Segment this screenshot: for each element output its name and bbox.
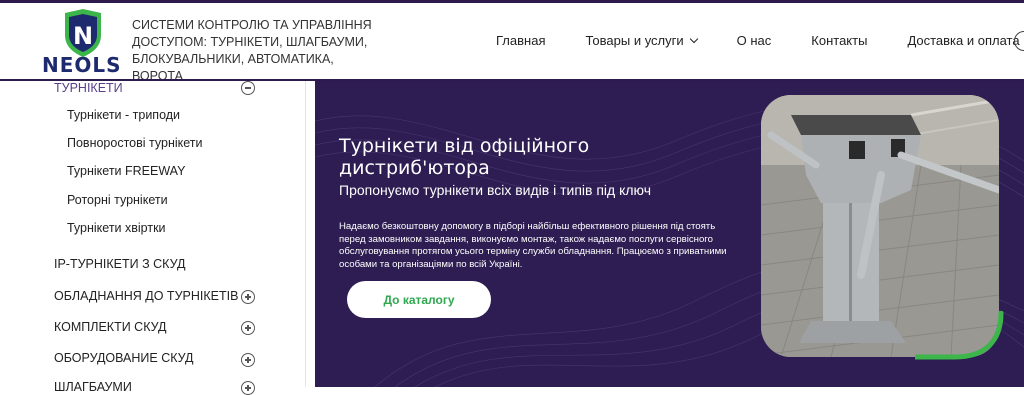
sidebar-category-barriers[interactable]: ШЛАГБАУМИ [54, 380, 132, 394]
sidebar-subitem-gates[interactable]: Турнікети хвіртки [67, 221, 166, 235]
site-header: N NEOLS СИСТЕМИ КОНТРОЛЮ ТА УПРАВЛІННЯ Д… [0, 3, 1024, 83]
main-nav: Главная Товары и услуги О нас Контакты Д… [496, 33, 1020, 48]
green-accent-curve [915, 311, 1004, 360]
nav-label-about: О нас [736, 33, 772, 48]
hero-description: Надаємо безкоштовну допомогу в підборі н… [339, 221, 727, 270]
nav-label-products: Товары и услуги [585, 33, 684, 48]
brand-name-part2: LS [92, 53, 122, 77]
brand-name-part1: NEO [42, 53, 93, 77]
hero-banner: Турнікети від офіційного дистриб'ютора П… [315, 81, 1024, 387]
expand-icon[interactable] [241, 290, 255, 304]
sidebar-subitem-rotor[interactable]: Роторні турнікети [67, 193, 168, 207]
collapse-icon[interactable] [241, 81, 255, 95]
expand-icon[interactable] [241, 381, 255, 395]
nav-item-contacts[interactable]: Контакты [811, 33, 867, 48]
nav-label-home: Главная [496, 33, 546, 48]
hero-subtitle: Пропонуємо турнікети всіх видів і типів … [339, 182, 652, 198]
chevron-down-icon [689, 34, 698, 43]
sidebar-category-turnstile-equipment[interactable]: ОБЛАДНАННЯ ДО ТУРНІКЕТІВ [54, 289, 238, 303]
sidebar-category-ip-turnstiles[interactable]: IP-ТУРНІКЕТИ З СКУД [54, 257, 185, 271]
sidebar-subitem-freeway[interactable]: Турнікети FREEWAY [67, 164, 185, 178]
site-tagline: СИСТЕМИ КОНТРОЛЮ ТА УПРАВЛІННЯ ДОСТУПОМ:… [132, 18, 372, 83]
hero-title: Турнікети від офіційного дистриб'ютора [339, 135, 590, 179]
sidebar-category-turnstiles[interactable]: ТУРНІКЕТИ [54, 81, 123, 95]
expand-icon[interactable] [241, 353, 255, 367]
sidebar-subitem-tripods[interactable]: Турнікети - триподи [67, 108, 180, 122]
sidebar-category-acs-kits[interactable]: КОМПЛЕКТИ СКУД [54, 320, 166, 334]
nav-label-delivery: Доставка и оплата [907, 33, 1020, 48]
nav-label-contacts: Контакты [811, 33, 868, 48]
catalog-button[interactable]: До каталогу [347, 281, 491, 318]
nav-item-delivery[interactable]: Доставка и оплата [907, 33, 1019, 48]
nav-item-home[interactable]: Главная [496, 33, 545, 48]
sidebar-subitem-full-height[interactable]: Повноростові турнікети [67, 136, 202, 150]
logo-letter: N [73, 22, 93, 50]
brand-name[interactable]: NEOLS [42, 53, 122, 77]
nav-item-products[interactable]: Товары и услуги [585, 33, 698, 48]
category-sidebar: ТУРНІКЕТИ Турнікети - триподи Повноросто… [0, 81, 306, 395]
expand-icon[interactable] [241, 321, 255, 335]
nav-item-about[interactable]: О нас [737, 33, 772, 48]
sidebar-category-acs-equipment[interactable]: ОБОРУДОВАНИЕ СКУД [54, 351, 194, 365]
search-icon[interactable] [1014, 31, 1024, 51]
